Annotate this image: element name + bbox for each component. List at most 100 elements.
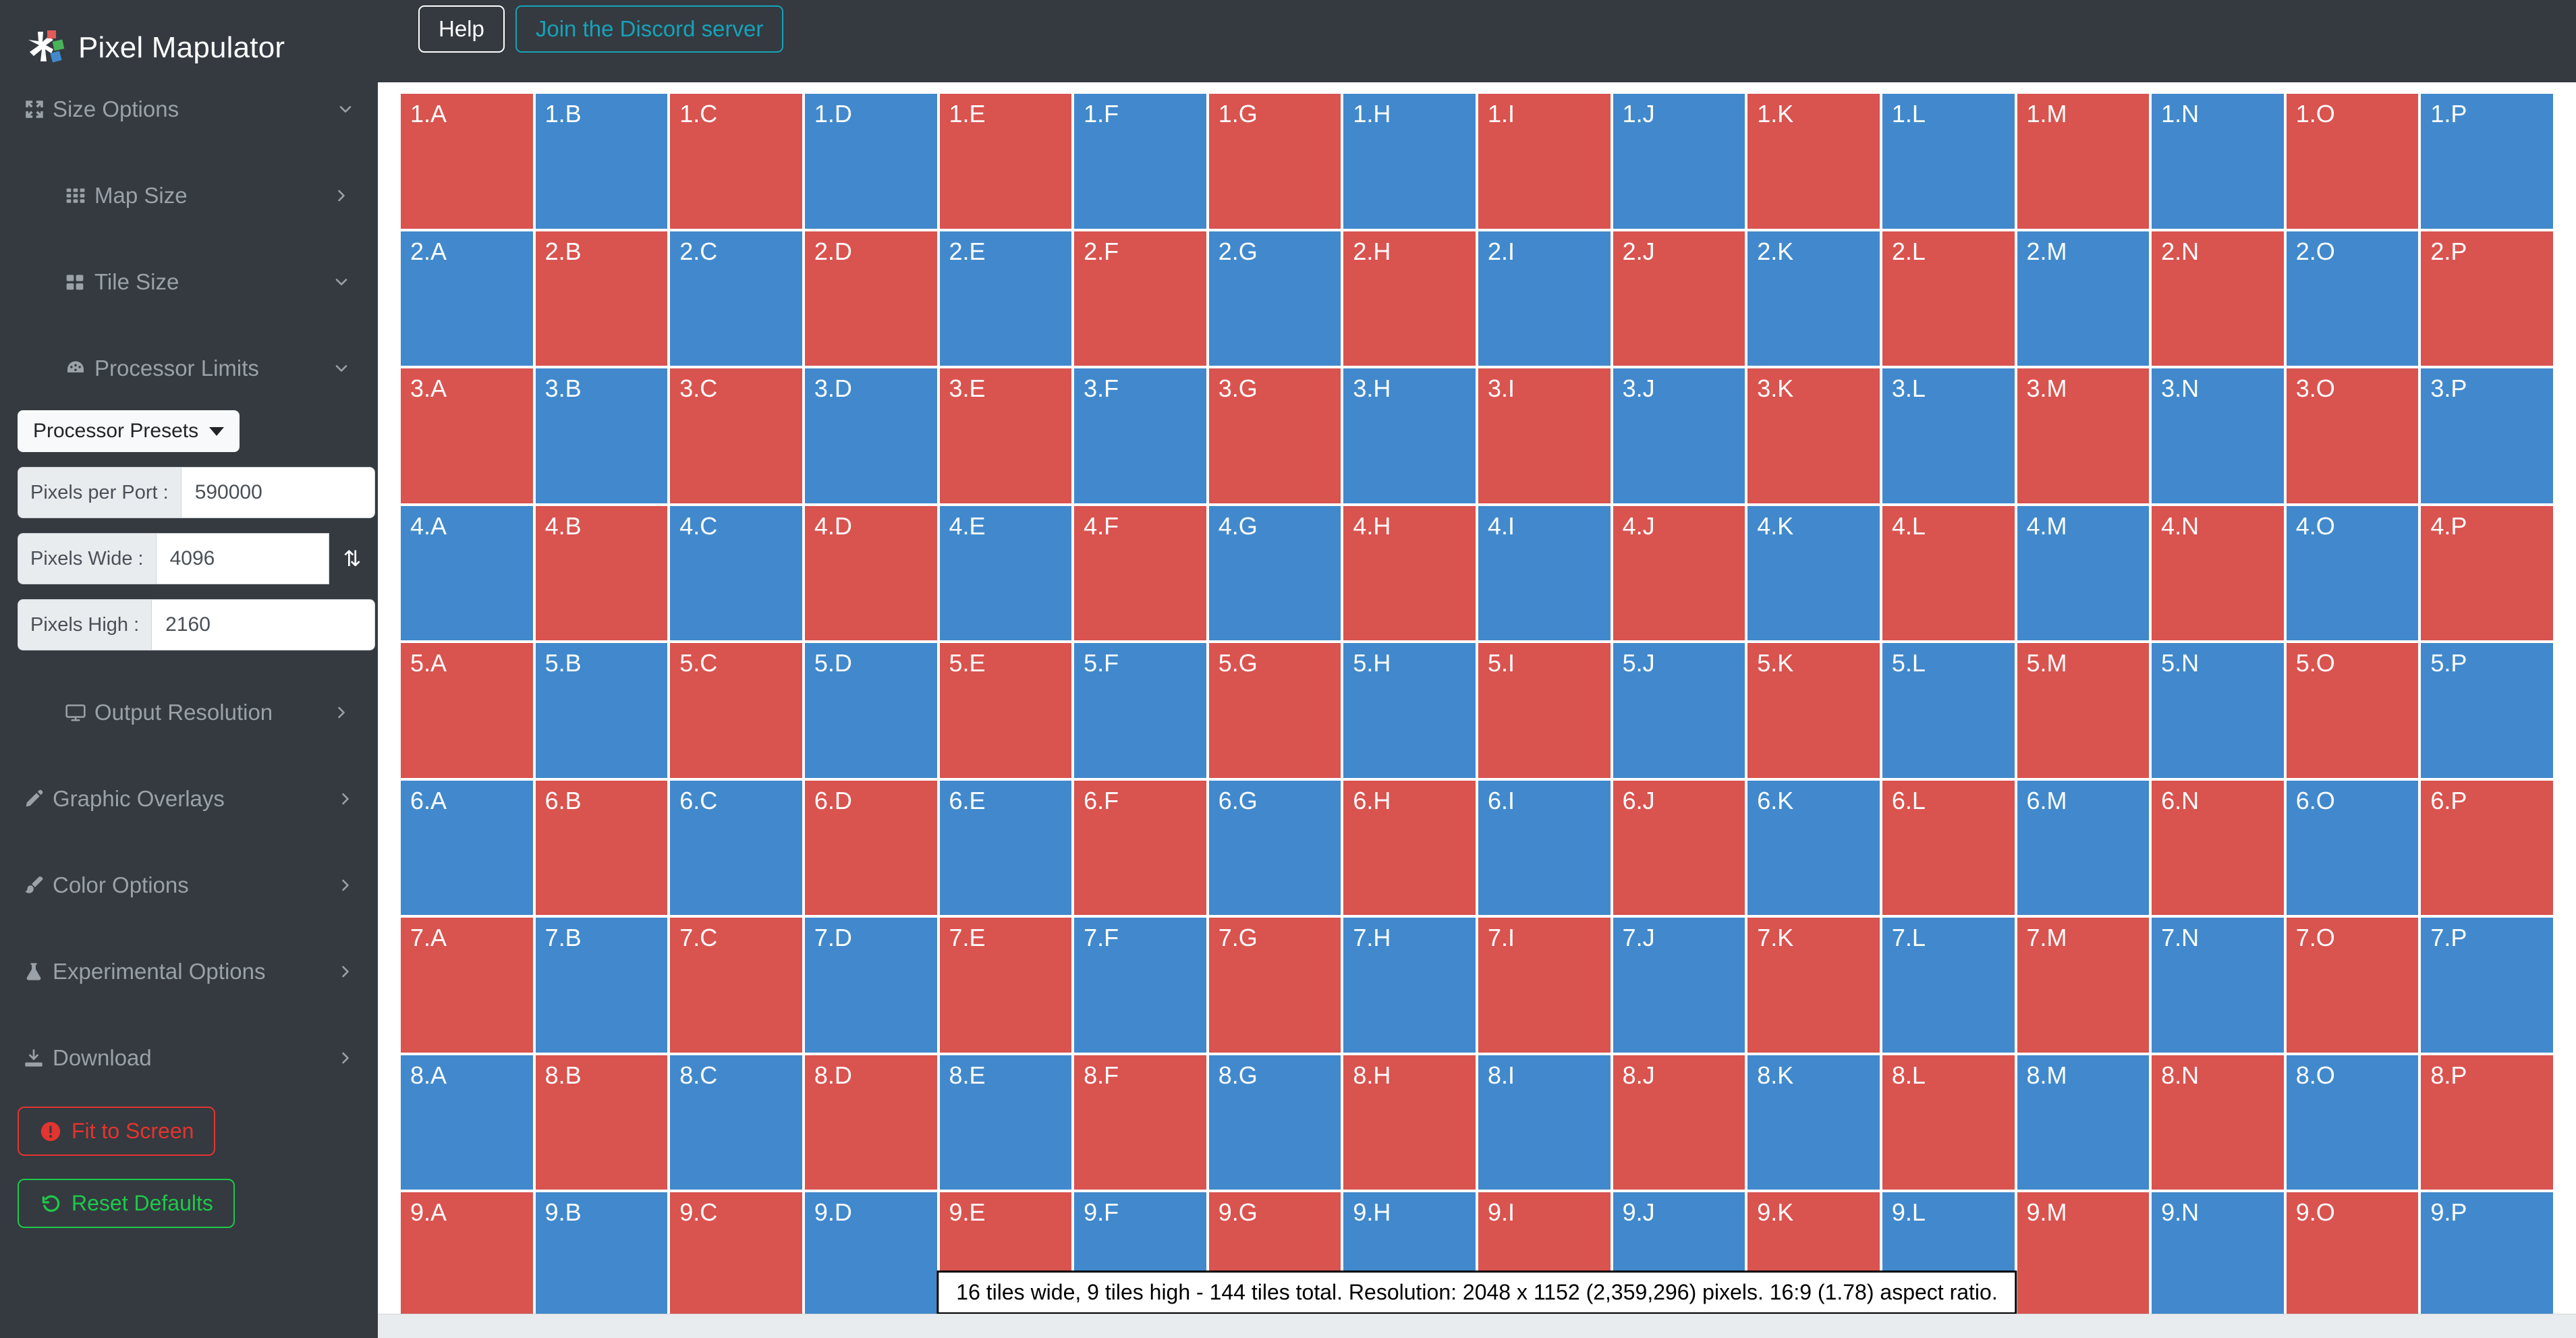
map-tile[interactable]: 3.P <box>2421 368 2553 503</box>
map-tile[interactable]: 3.C <box>670 368 802 503</box>
map-tile[interactable]: 6.B <box>535 780 668 916</box>
map-tile[interactable]: 8.P <box>2421 1055 2553 1190</box>
map-tile[interactable]: 8.O <box>2286 1055 2419 1190</box>
map-tile[interactable]: 6.D <box>804 780 937 916</box>
map-tile[interactable]: 5.H <box>1343 643 1476 778</box>
map-tile[interactable]: 5.L <box>1882 643 2015 778</box>
map-tile[interactable]: 1.I <box>1478 94 1611 229</box>
map-tile[interactable]: 8.J <box>1613 1055 1745 1190</box>
map-tile[interactable]: 3.F <box>1074 368 1206 503</box>
map-tile[interactable]: 4.D <box>804 505 937 641</box>
map-tile[interactable]: 7.P <box>2421 918 2553 1053</box>
map-tile[interactable]: 1.G <box>1208 94 1341 229</box>
map-tile[interactable]: 3.H <box>1343 368 1476 503</box>
map-tile[interactable]: 7.B <box>535 918 668 1053</box>
map-tile[interactable]: 5.E <box>939 643 1072 778</box>
map-tile[interactable]: 4.L <box>1882 505 2015 641</box>
map-tile[interactable]: 8.L <box>1882 1055 2015 1190</box>
map-tile[interactable]: 6.N <box>2152 780 2284 916</box>
map-tile[interactable]: 1.L <box>1882 94 2015 229</box>
map-tile[interactable]: 6.L <box>1882 780 2015 916</box>
map-tile[interactable]: 6.F <box>1074 780 1206 916</box>
fit-to-screen-button[interactable]: Fit to Screen <box>18 1107 216 1156</box>
map-tile[interactable]: 5.P <box>2421 643 2553 778</box>
map-tile[interactable]: 8.B <box>535 1055 668 1190</box>
map-tile[interactable]: 8.F <box>1074 1055 1206 1190</box>
map-tile[interactable]: 5.A <box>401 643 533 778</box>
map-tile[interactable]: 8.D <box>804 1055 937 1190</box>
map-tile[interactable]: 3.N <box>2152 368 2284 503</box>
map-tile[interactable]: 9.A <box>401 1192 533 1327</box>
sidebar-item-size-options[interactable]: Size Options <box>0 90 378 128</box>
map-tile[interactable]: 5.D <box>804 643 937 778</box>
map-tile[interactable]: 2.A <box>401 231 533 366</box>
map-tile[interactable]: 1.K <box>1747 94 1880 229</box>
map-tile[interactable]: 9.P <box>2421 1192 2553 1327</box>
map-tile[interactable]: 2.H <box>1343 231 1476 366</box>
map-tile[interactable]: 7.H <box>1343 918 1476 1053</box>
map-tile[interactable]: 3.K <box>1747 368 1880 503</box>
map-tile[interactable]: 7.E <box>939 918 1072 1053</box>
map-tile[interactable]: 4.O <box>2286 505 2419 641</box>
map-tile[interactable]: 2.O <box>2286 231 2419 366</box>
map-tile[interactable]: 8.H <box>1343 1055 1476 1190</box>
map-tile[interactable]: 1.O <box>2286 94 2419 229</box>
map-tile[interactable]: 1.N <box>2152 94 2284 229</box>
map-tile[interactable]: 4.C <box>670 505 802 641</box>
map-tile[interactable]: 5.B <box>535 643 668 778</box>
sidebar-item-processor-limits[interactable]: Processor Limits <box>0 350 378 387</box>
map-tile[interactable]: 6.K <box>1747 780 1880 916</box>
map-tile[interactable]: 8.G <box>1208 1055 1341 1190</box>
map-tile[interactable]: 2.M <box>2017 231 2150 366</box>
help-button[interactable]: Help <box>418 5 505 53</box>
map-tile[interactable]: 3.M <box>2017 368 2150 503</box>
map-tile[interactable]: 6.P <box>2421 780 2553 916</box>
map-tile[interactable]: 2.K <box>1747 231 1880 366</box>
map-tile[interactable]: 4.H <box>1343 505 1476 641</box>
map-tile[interactable]: 1.C <box>670 94 802 229</box>
pixels-high-input[interactable] <box>151 599 375 650</box>
map-tile[interactable]: 9.N <box>2152 1192 2284 1327</box>
map-tile[interactable]: 2.C <box>670 231 802 366</box>
map-tile[interactable]: 7.G <box>1208 918 1341 1053</box>
map-tile[interactable]: 4.F <box>1074 505 1206 641</box>
map-tile[interactable]: 4.P <box>2421 505 2553 641</box>
processor-presets-button[interactable]: Processor Presets <box>18 410 240 452</box>
map-tile[interactable]: 6.M <box>2017 780 2150 916</box>
swap-vertical-icon[interactable]: ⇅ <box>329 533 375 584</box>
map-tile[interactable]: 2.J <box>1613 231 1745 366</box>
map-tile[interactable]: 5.K <box>1747 643 1880 778</box>
map-tile[interactable]: 6.H <box>1343 780 1476 916</box>
map-tile[interactable]: 6.I <box>1478 780 1611 916</box>
map-tile[interactable]: 8.M <box>2017 1055 2150 1190</box>
map-tile[interactable]: 7.C <box>670 918 802 1053</box>
map-tile[interactable]: 4.B <box>535 505 668 641</box>
map-tile[interactable]: 8.K <box>1747 1055 1880 1190</box>
map-tile[interactable]: 7.L <box>1882 918 2015 1053</box>
map-tile[interactable]: 3.E <box>939 368 1072 503</box>
map-tile[interactable]: 2.E <box>939 231 1072 366</box>
map-tile[interactable]: 3.D <box>804 368 937 503</box>
map-tile[interactable]: 3.L <box>1882 368 2015 503</box>
map-tile[interactable]: 7.D <box>804 918 937 1053</box>
sidebar-item-graphic-overlays[interactable]: Graphic Overlays <box>0 780 378 818</box>
map-tile[interactable]: 7.N <box>2152 918 2284 1053</box>
map-tile[interactable]: 1.J <box>1613 94 1745 229</box>
map-tile[interactable]: 1.B <box>535 94 668 229</box>
map-tile[interactable]: 9.B <box>535 1192 668 1327</box>
map-tile[interactable]: 4.A <box>401 505 533 641</box>
map-tile[interactable]: 1.A <box>401 94 533 229</box>
map-tile[interactable]: 6.A <box>401 780 533 916</box>
map-tile[interactable]: 7.O <box>2286 918 2419 1053</box>
map-tile[interactable]: 7.F <box>1074 918 1206 1053</box>
map-tile[interactable]: 2.I <box>1478 231 1611 366</box>
pixels-wide-input[interactable] <box>155 533 329 584</box>
map-tile[interactable]: 1.M <box>2017 94 2150 229</box>
map-tile[interactable]: 3.A <box>401 368 533 503</box>
map-tile[interactable]: 8.E <box>939 1055 1072 1190</box>
map-tile[interactable]: 4.I <box>1478 505 1611 641</box>
sidebar-item-experimental-options[interactable]: Experimental Options <box>0 953 378 991</box>
map-tile[interactable]: 8.A <box>401 1055 533 1190</box>
sidebar-item-map-size[interactable]: Map Size <box>0 177 378 215</box>
map-tile[interactable]: 2.L <box>1882 231 2015 366</box>
